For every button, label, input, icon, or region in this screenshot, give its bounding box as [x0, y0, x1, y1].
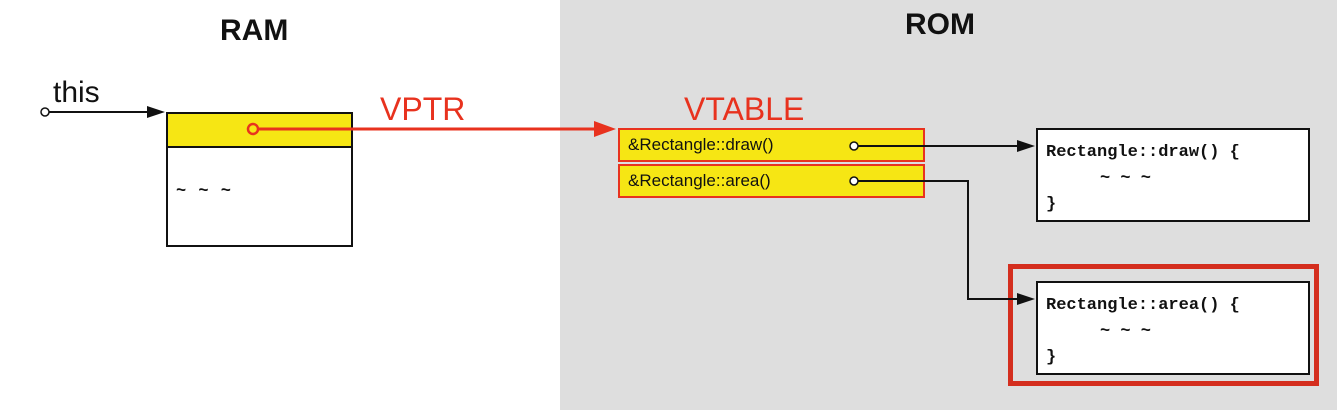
vptr-origin-dot — [246, 122, 260, 136]
this-arrowhead — [147, 106, 165, 118]
draw-arrowhead — [1017, 140, 1035, 152]
area-pointer-dot — [849, 176, 859, 186]
diagram-canvas: RAM ROM this VPTR VTABLE ~ ~ ~ &Rectangl… — [0, 0, 1337, 410]
area-arrowhead — [1017, 293, 1035, 305]
connector-layer — [40, 106, 1035, 305]
this-origin-dot — [40, 107, 50, 117]
draw-pointer-dot — [849, 141, 859, 151]
area-arrow-line — [858, 180, 1020, 300]
vptr-arrowhead — [594, 121, 616, 137]
